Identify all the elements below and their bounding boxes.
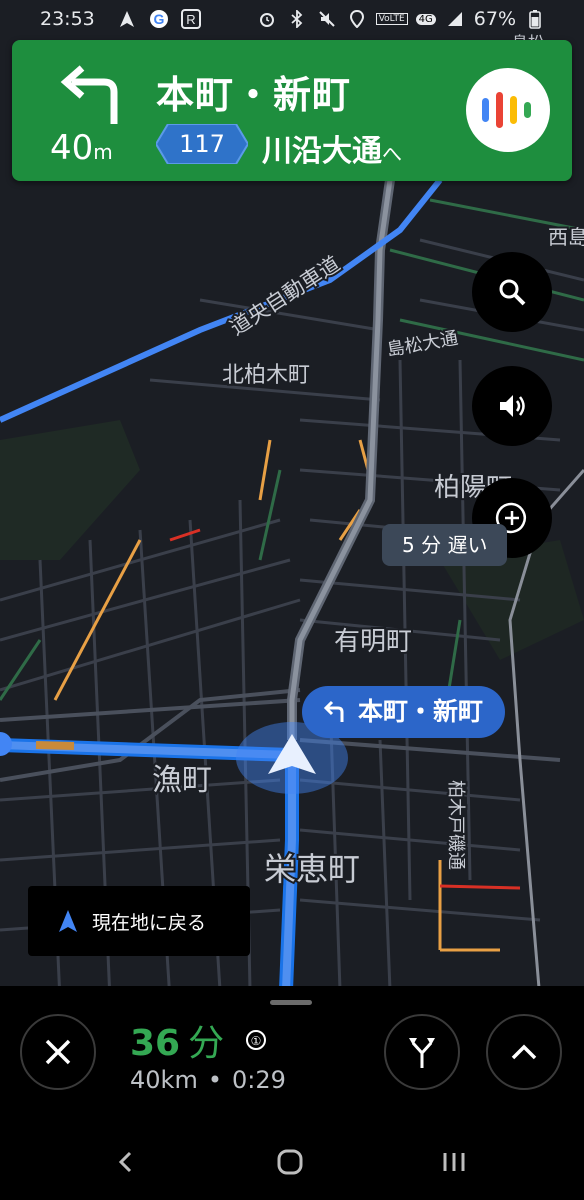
google-icon: G [148,8,170,30]
eco-icon: ① [246,1030,266,1050]
volume-icon [500,395,525,417]
toward-road-name: 川沿大通 [262,134,382,169]
turn-callout[interactable]: 本町・新町 [302,686,506,738]
direction-banner[interactable]: 40m 本町・新町 117 川沿大通へ [12,40,572,181]
status-bar: 23:53 G R VoLTE 4G 67% [0,0,584,40]
search-button[interactable] [472,252,552,332]
trip-summary: 40km • 0:29 [130,1066,286,1094]
network-type: 4G [415,13,436,25]
map-label-kashiwagi-dori: 柏木戸磯通 [445,780,466,870]
back-icon [118,1151,132,1173]
svg-text:R: R [186,12,195,27]
alternate-routes-button[interactable] [384,1014,460,1090]
map-label-izari: 漁町 [152,763,212,798]
turn-left-small-icon [323,700,344,722]
back-button[interactable] [106,1144,146,1180]
navigation-arrow-small-icon [59,910,77,932]
assistant-icon [482,92,531,128]
close-icon [45,1039,71,1065]
next-street: 本町・新町 [156,73,352,117]
mute-icon [316,8,338,30]
recents-icon [443,1153,465,1171]
toward-road: 川沿大通へ [262,126,402,170]
home-button[interactable] [270,1144,310,1180]
turn-left-icon [60,65,118,124]
navigation-status-icon [116,8,138,30]
turn-distance-value: 40 [50,128,94,168]
volte-badge: VoLTE [375,13,408,25]
battery-icon [524,8,546,30]
bluetooth-icon [286,8,308,30]
turn-distance: 40m [50,128,113,168]
drag-handle[interactable] [270,1000,312,1005]
svg-text:G: G [154,11,165,27]
alternate-routes-icon [409,1038,435,1068]
signal-icon [444,8,466,30]
map-label-ariake: 有明町 [334,627,412,657]
turn-distance-unit: m [93,140,113,164]
system-navigation-bar [0,1130,584,1190]
map-label-sakaemachi: 栄恵町 [264,850,360,888]
r-app-icon: R [180,8,202,30]
turn-callout-label: 本町・新町 [358,697,484,726]
alarm-icon [256,8,278,30]
recenter-button[interactable]: 現在地に戻る [28,886,250,956]
sound-button[interactable] [472,366,552,446]
route-number: 117 [179,130,225,158]
trip-distance: 40km [130,1066,198,1094]
home-icon [277,1149,303,1175]
map-label-nishi: 西島 [548,225,584,249]
location-icon [346,8,368,30]
eta-duration: 36 分 [130,1014,224,1066]
eta-unit: 分 [188,1023,225,1064]
search-icon [499,279,526,306]
chevron-up-icon [511,1044,537,1060]
battery-percent: 67% [473,8,516,30]
arrival-time: 0:29 [231,1066,286,1094]
separator-dot: • [207,1066,222,1094]
status-time: 23:53 [40,8,95,30]
recents-button[interactable] [434,1144,474,1180]
exit-navigation-button[interactable] [20,1014,96,1090]
delay-badge[interactable]: 5 分 遅い [382,524,508,566]
eta-minutes: 36 [130,1023,181,1064]
assistant-button[interactable] [466,68,550,152]
recenter-label: 現在地に戻る [92,911,207,934]
svg-text:①: ① [251,1034,262,1048]
toward-suffix: へ [382,142,402,166]
map-label-kita-kashiwagi: 北柏木町 [222,363,310,388]
expand-sheet-button[interactable] [486,1014,562,1090]
